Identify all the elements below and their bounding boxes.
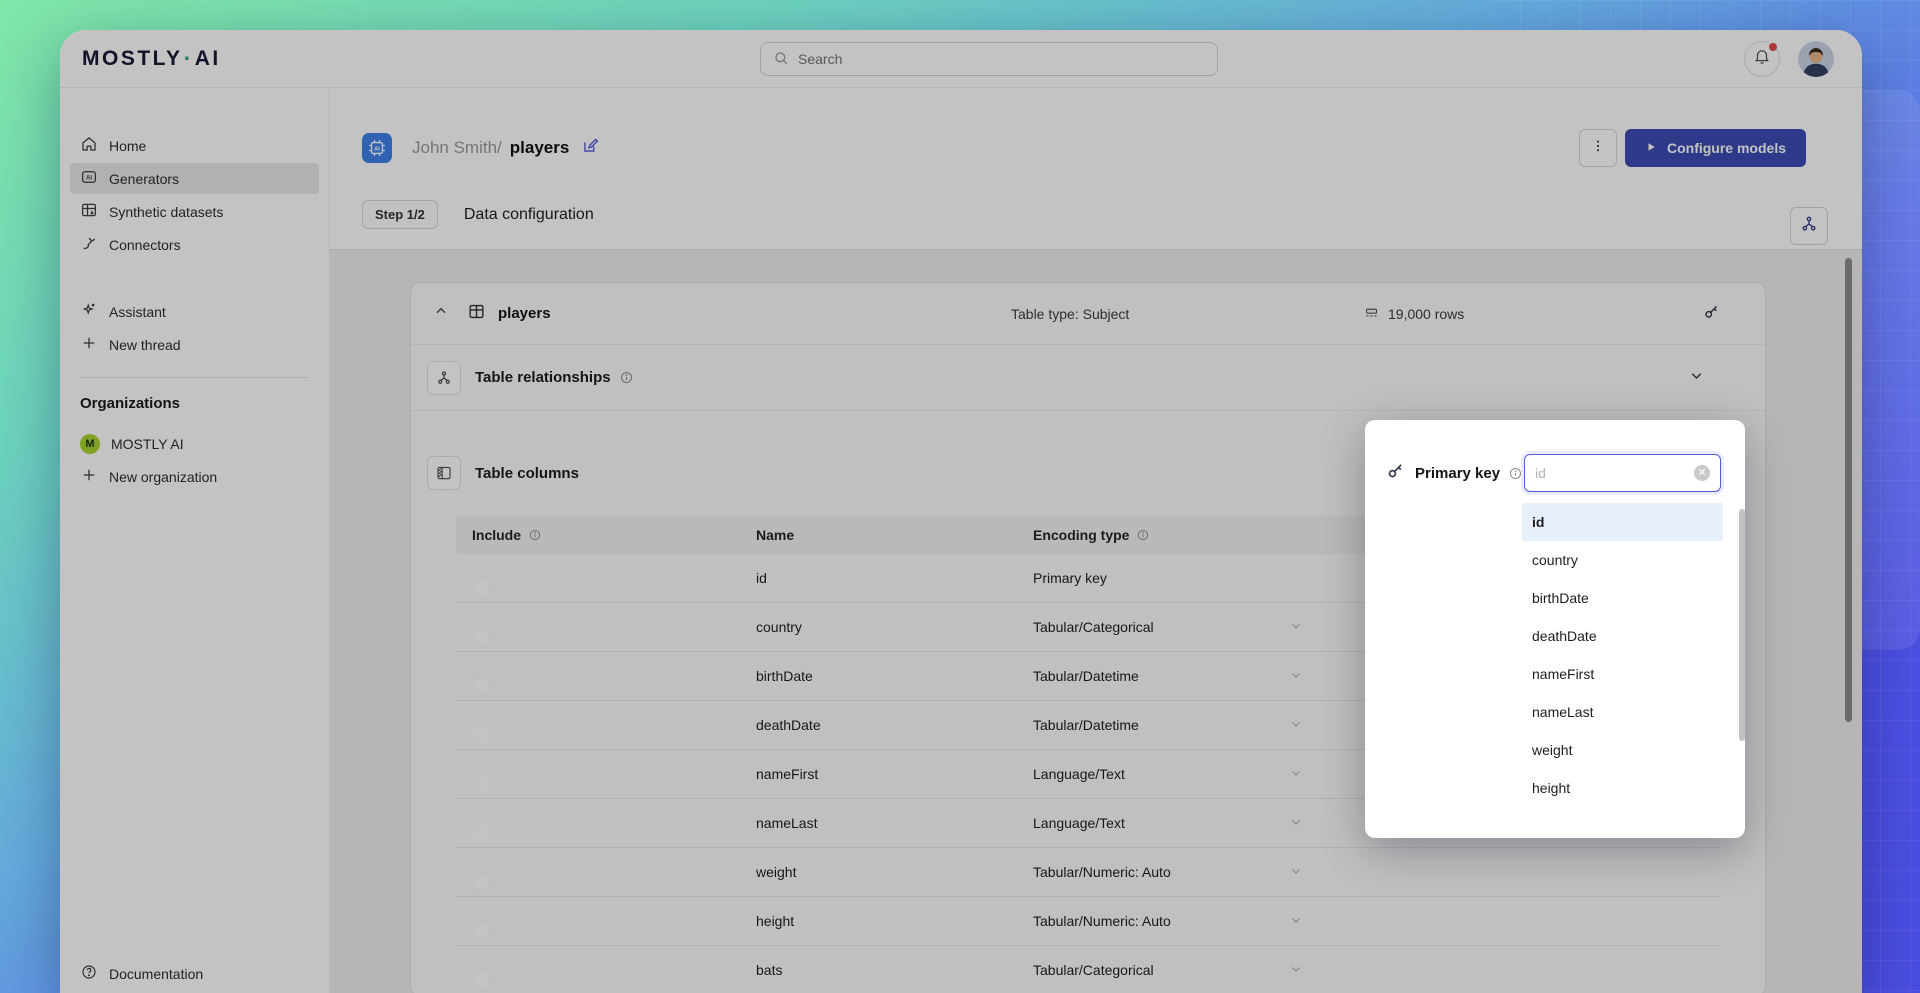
dropdown-scrollbar[interactable] xyxy=(1739,509,1745,741)
primary-key-dropdown: id country birthDate deathDate nameFirst… xyxy=(1522,503,1723,807)
dropdown-option[interactable]: deathDate xyxy=(1522,617,1723,655)
dropdown-option[interactable]: country xyxy=(1522,541,1723,579)
info-icon xyxy=(1508,466,1523,481)
dropdown-option[interactable]: id xyxy=(1522,503,1723,541)
primary-key-input[interactable]: ✕ xyxy=(1524,454,1721,492)
dropdown-option[interactable]: nameLast xyxy=(1522,693,1723,731)
primary-key-input-field[interactable] xyxy=(1535,465,1694,481)
primary-key-popup: Primary key ✕ id country birthDate death… xyxy=(1365,420,1745,838)
dropdown-option[interactable]: birthDate xyxy=(1522,579,1723,617)
dropdown-option[interactable]: nameFirst xyxy=(1522,655,1723,693)
dropdown-option[interactable]: weight xyxy=(1522,731,1723,769)
primary-key-label: Primary key xyxy=(1415,465,1500,482)
clear-icon[interactable]: ✕ xyxy=(1694,465,1710,481)
dropdown-option[interactable]: height xyxy=(1522,769,1723,807)
key-icon xyxy=(1385,460,1406,486)
